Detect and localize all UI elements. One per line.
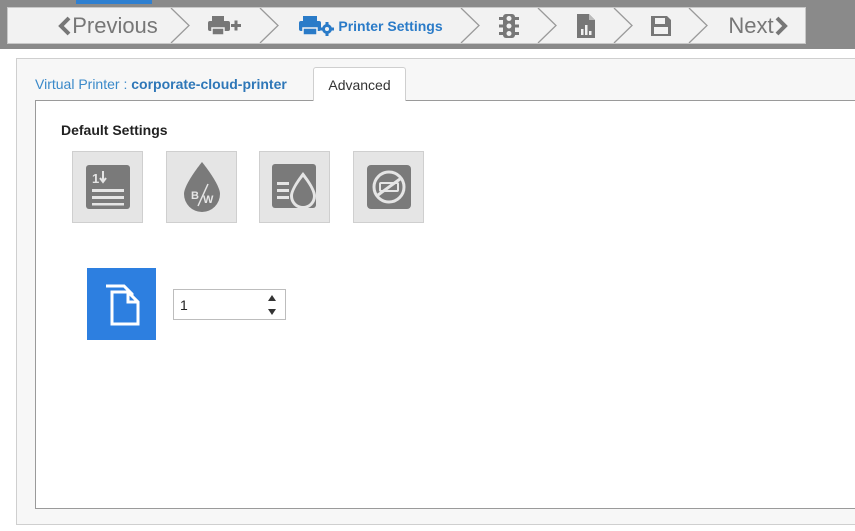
black-white-drop-icon: B W	[183, 162, 220, 212]
virtual-printer-label: Virtual Printer :	[35, 76, 128, 92]
step-separator	[170, 8, 190, 43]
toner-save-button[interactable]	[259, 151, 330, 223]
previous-button[interactable]: Previous	[48, 8, 168, 43]
svg-text:1: 1	[92, 171, 99, 186]
page-order-button[interactable]: 1	[72, 151, 143, 223]
virtual-printer-header: Virtual Printer : corporate-cloud-printe…	[35, 76, 287, 92]
step-separator	[537, 8, 557, 43]
caret-down-icon	[268, 309, 276, 315]
page-order-icon: 1	[85, 165, 130, 209]
virtual-printer-name: corporate-cloud-printer	[131, 76, 287, 92]
copies-input[interactable]	[174, 290, 262, 319]
decrement-button[interactable]	[260, 305, 284, 319]
step-printer-settings[interactable]: Printer Settings	[283, 8, 458, 43]
tab-advanced[interactable]: Advanced	[313, 67, 406, 101]
step-save[interactable]	[636, 8, 686, 43]
black-white-button[interactable]: B W	[166, 151, 237, 223]
report-icon	[577, 13, 595, 38]
chevron-left-icon	[58, 16, 72, 36]
step-printer-settings-label: Printer Settings	[338, 17, 443, 34]
default-settings-title: Default Settings	[61, 122, 168, 138]
next-button[interactable]: Next	[713, 8, 803, 43]
step-separator	[613, 8, 633, 43]
wizard-steps: Previous Printer Settings Next	[7, 7, 806, 44]
no-staple-icon	[366, 165, 411, 209]
advanced-content	[35, 100, 855, 509]
active-accent-bar	[76, 0, 152, 4]
printer-add-icon	[208, 15, 241, 36]
previous-label: Previous	[72, 12, 158, 38]
caret-up-icon	[268, 295, 276, 301]
printer-settings-icon	[299, 15, 335, 36]
no-staple-button[interactable]	[353, 151, 424, 223]
svg-text:W: W	[203, 194, 214, 206]
increment-button[interactable]	[260, 291, 284, 305]
step-report[interactable]	[560, 8, 612, 43]
step-add-printer[interactable]	[193, 8, 257, 43]
next-label: Next	[728, 12, 774, 38]
step-separator	[259, 8, 279, 43]
save-icon	[651, 15, 671, 36]
traffic-light-icon	[499, 13, 519, 38]
copies-button[interactable]	[87, 268, 156, 340]
copies-stepper[interactable]	[173, 289, 286, 320]
copies-icon	[105, 284, 139, 326]
step-separator	[688, 8, 708, 43]
wizard-bar: Previous Printer Settings Next	[0, 0, 855, 49]
step-separator	[460, 8, 480, 43]
toner-save-icon	[271, 164, 316, 209]
chevron-right-icon	[774, 16, 788, 36]
svg-text:B: B	[191, 190, 199, 202]
step-status[interactable]	[483, 8, 535, 43]
